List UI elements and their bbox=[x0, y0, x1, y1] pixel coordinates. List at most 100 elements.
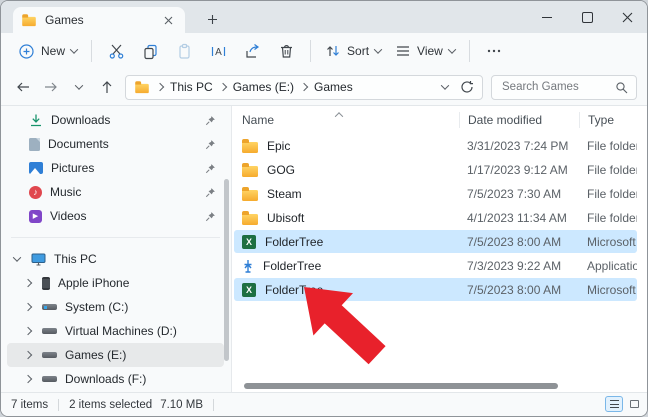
copy-button[interactable] bbox=[133, 37, 167, 65]
details-view-button[interactable] bbox=[605, 396, 623, 412]
cut-icon bbox=[108, 43, 125, 60]
music-icon bbox=[29, 186, 42, 199]
file-row-foldertree-xlsx[interactable]: FolderTree 7/5/2023 8:00 AM Microsoft Ex… bbox=[234, 278, 637, 301]
sort-button[interactable]: Sort bbox=[318, 37, 388, 65]
file-explorer-window: Games New bbox=[0, 0, 648, 417]
search-icon bbox=[615, 81, 628, 94]
sidebar-item-label: Documents bbox=[48, 137, 197, 151]
excel-file-icon bbox=[242, 235, 256, 249]
collapse-chevron-icon[interactable] bbox=[24, 303, 32, 311]
recent-locations-button[interactable] bbox=[65, 74, 93, 100]
sidebar-item-games-e[interactable]: Games (E:) bbox=[7, 343, 224, 367]
sidebar-item-downloads[interactable]: Downloads bbox=[7, 108, 224, 132]
tab-games[interactable]: Games bbox=[13, 7, 185, 33]
rename-icon: A bbox=[210, 43, 227, 60]
file-type: Microsoft Excel W bbox=[587, 283, 637, 297]
more-options-button[interactable] bbox=[477, 37, 511, 65]
file-type: Microsoft Excel C bbox=[587, 235, 637, 249]
tab-close-button[interactable] bbox=[159, 11, 177, 29]
view-button[interactable]: View bbox=[388, 37, 462, 65]
new-button[interactable]: New bbox=[11, 37, 84, 65]
address-bar[interactable]: This PC Games (E:) Games bbox=[125, 75, 483, 100]
sidebar-item-music[interactable]: Music bbox=[7, 180, 224, 204]
file-type: File folder bbox=[587, 211, 637, 225]
rename-button[interactable]: A bbox=[201, 37, 235, 65]
cut-button[interactable] bbox=[99, 37, 133, 65]
column-header-name[interactable]: Name bbox=[242, 113, 467, 127]
column-header-type[interactable]: Type bbox=[579, 112, 637, 128]
file-row-steam[interactable]: Steam 7/5/2023 7:30 AM File folder bbox=[234, 182, 637, 205]
file-row-ubisoft[interactable]: Ubisoft 4/1/2023 11:34 AM File folder bbox=[234, 206, 637, 229]
breadcrumb-games-e[interactable]: Games (E:) bbox=[233, 80, 294, 94]
sidebar-item-documents[interactable]: Documents bbox=[7, 132, 224, 156]
up-button[interactable] bbox=[93, 74, 121, 100]
sidebar-scrollbar[interactable] bbox=[224, 179, 229, 361]
search-input[interactable] bbox=[500, 80, 615, 94]
pictures-icon bbox=[29, 162, 43, 174]
status-divider bbox=[58, 399, 59, 411]
search-box[interactable] bbox=[491, 75, 637, 100]
file-name: Steam bbox=[267, 187, 302, 201]
red-annotation-arrow bbox=[296, 279, 396, 374]
toolbar-divider bbox=[469, 40, 470, 62]
sidebar-item-system-c[interactable]: System (C:) bbox=[7, 295, 224, 319]
new-circle-plus-icon bbox=[18, 43, 35, 60]
new-tab-button[interactable] bbox=[201, 9, 223, 29]
collapse-chevron-icon[interactable] bbox=[24, 351, 32, 359]
items-count: 7 items bbox=[11, 399, 48, 411]
file-name: FolderTree bbox=[263, 259, 321, 273]
pin-icon bbox=[205, 139, 216, 150]
breadcrumb-this-pc[interactable]: This PC bbox=[170, 80, 213, 94]
sidebar-item-label: Games (E:) bbox=[65, 348, 224, 362]
sidebar-item-apple-iphone[interactable]: Apple iPhone bbox=[7, 271, 224, 295]
sidebar-item-virtual-machines-d[interactable]: Virtual Machines (D:) bbox=[7, 319, 224, 343]
file-name: GOG bbox=[267, 163, 295, 177]
share-button[interactable] bbox=[235, 37, 269, 65]
close-icon bbox=[164, 16, 173, 25]
file-date: 3/31/2023 7:24 PM bbox=[467, 139, 587, 153]
horizontal-scrollbar[interactable] bbox=[244, 383, 558, 389]
excel-file-icon bbox=[242, 283, 256, 297]
folder-icon bbox=[242, 166, 258, 177]
paste-button[interactable] bbox=[167, 37, 201, 65]
delete-button[interactable] bbox=[269, 37, 303, 65]
ellipsis-icon bbox=[486, 43, 502, 59]
refresh-icon[interactable] bbox=[460, 80, 474, 94]
system-drive-icon bbox=[42, 304, 57, 310]
file-row-foldertree-app[interactable]: FolderTree 7/3/2023 9:22 AM Application bbox=[234, 254, 637, 277]
file-date: 1/17/2023 9:12 AM bbox=[467, 163, 587, 177]
folder-icon bbox=[242, 190, 258, 201]
sidebar-item-this-pc[interactable]: This PC bbox=[7, 247, 224, 271]
file-row-foldertree-csv[interactable]: FolderTree 7/5/2023 8:00 AM Microsoft Ex… bbox=[234, 230, 637, 253]
sidebar-item-pictures[interactable]: Pictures bbox=[7, 156, 224, 180]
sidebar-item-label: Pictures bbox=[51, 161, 197, 175]
column-header-date-modified[interactable]: Date modified bbox=[459, 112, 579, 128]
minimize-button[interactable] bbox=[527, 1, 567, 33]
file-name: Epic bbox=[267, 139, 290, 153]
expand-chevron-icon[interactable] bbox=[13, 253, 21, 261]
close-button[interactable] bbox=[607, 1, 647, 33]
this-pc-icon bbox=[31, 253, 46, 266]
address-dropdown-chevron-icon[interactable] bbox=[441, 81, 449, 89]
maximize-button[interactable] bbox=[567, 1, 607, 33]
toolbar-divider bbox=[91, 40, 92, 62]
sidebar-separator bbox=[11, 237, 220, 238]
file-row-gog[interactable]: GOG 1/17/2023 9:12 AM File folder bbox=[234, 158, 637, 181]
large-icons-view-button[interactable] bbox=[625, 396, 643, 412]
drive-icon bbox=[42, 376, 57, 382]
forward-button[interactable] bbox=[37, 74, 65, 100]
breadcrumb-games[interactable]: Games bbox=[314, 80, 353, 94]
sidebar-item-label: This PC bbox=[54, 252, 224, 266]
file-row-epic[interactable]: Epic 3/31/2023 7:24 PM File folder bbox=[234, 134, 637, 157]
collapse-chevron-icon[interactable] bbox=[24, 375, 32, 383]
file-date: 7/5/2023 8:00 AM bbox=[467, 283, 587, 297]
file-type: Application bbox=[587, 259, 637, 273]
collapse-chevron-icon[interactable] bbox=[24, 327, 32, 335]
sidebar-item-downloads-f[interactable]: Downloads (F:) bbox=[7, 367, 224, 391]
sidebar-item-videos[interactable]: Videos bbox=[7, 204, 224, 228]
back-button[interactable] bbox=[9, 74, 37, 100]
chevron-down-icon bbox=[75, 81, 83, 89]
collapse-chevron-icon[interactable] bbox=[24, 279, 32, 287]
folder-icon bbox=[242, 214, 258, 225]
sort-icon bbox=[325, 43, 341, 59]
